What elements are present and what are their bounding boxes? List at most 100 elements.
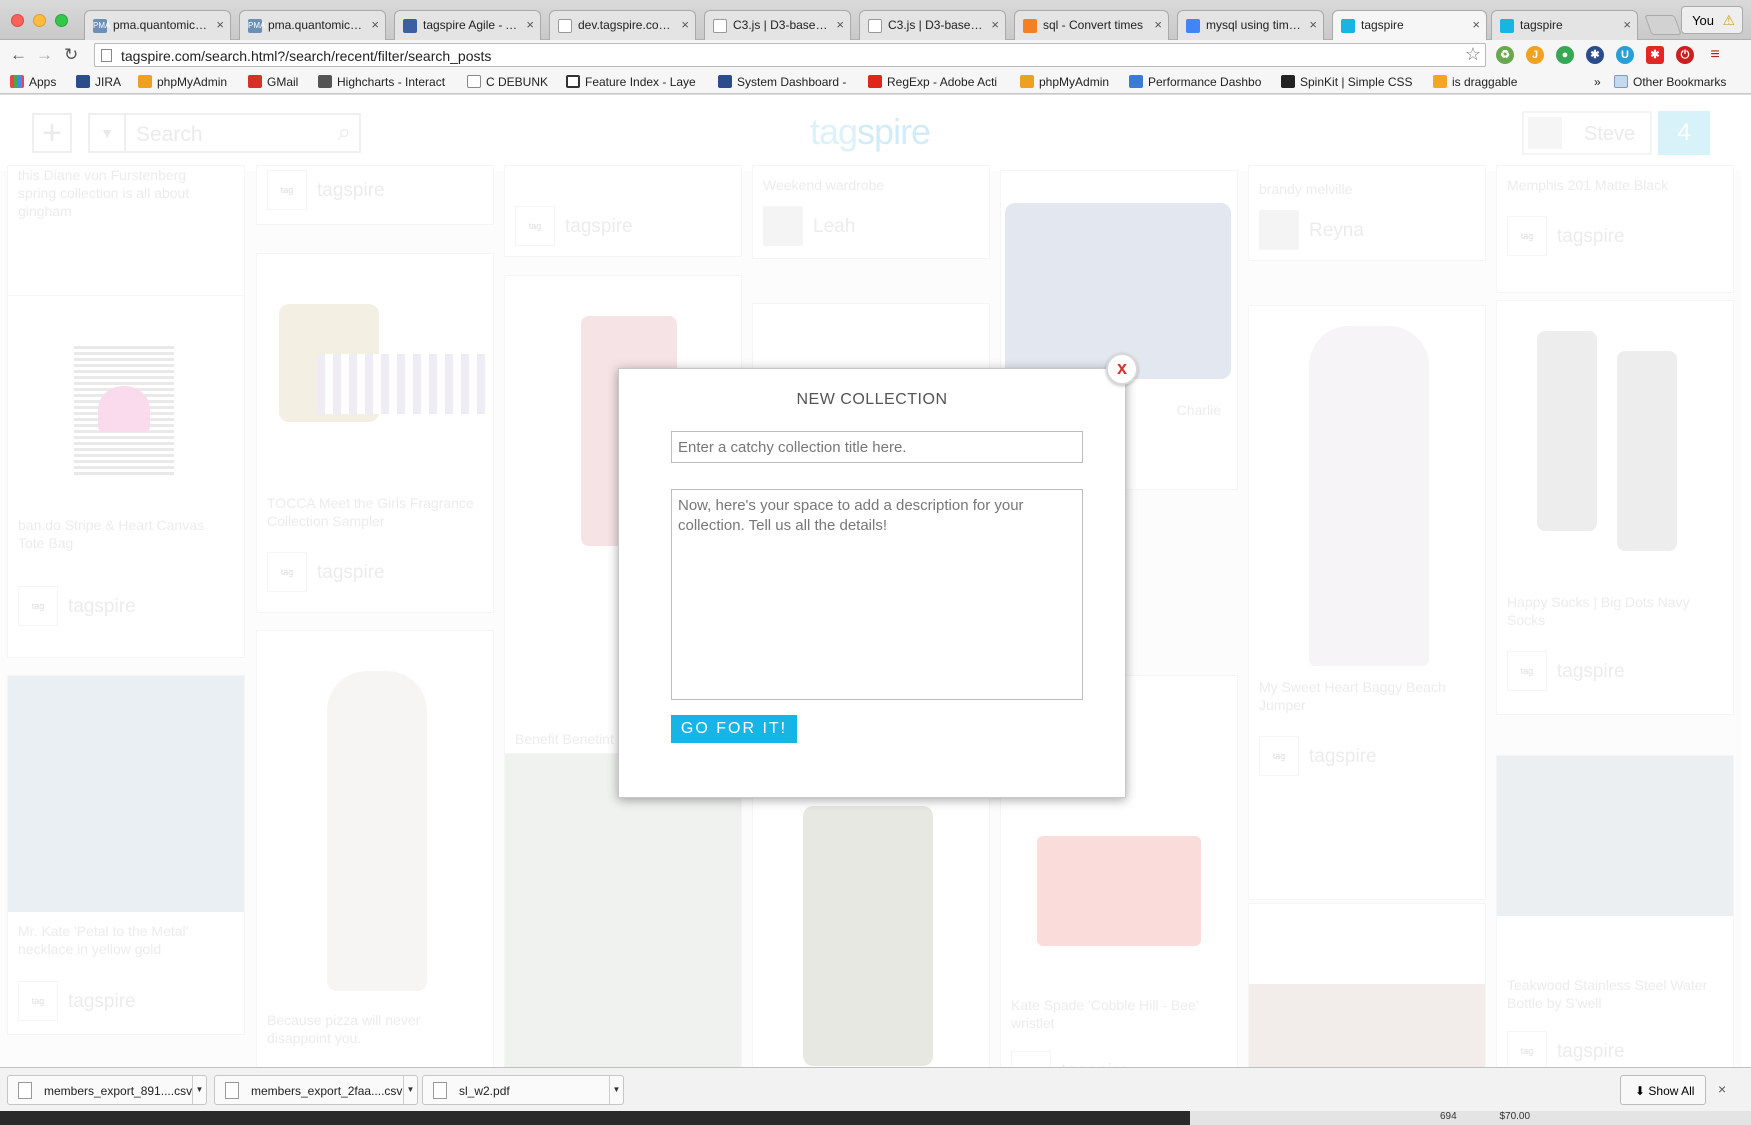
- tab-label: pma.quantomic.com: [113, 18, 210, 32]
- collection-title-input[interactable]: [671, 431, 1083, 463]
- bookmark-regexp[interactable]: RegExp - Adobe Acti: [868, 75, 997, 89]
- spinkit-icon: [1281, 75, 1295, 88]
- jira-extension-icon[interactable]: ✱: [1586, 46, 1604, 64]
- window-close-button[interactable]: [11, 14, 24, 27]
- favicon-icon: [1341, 19, 1355, 33]
- back-arrow-icon[interactable]: ←: [10, 45, 27, 65]
- browser-tab-active[interactable]: tagspire ×: [1332, 10, 1487, 41]
- show-all-downloads-button[interactable]: ⬇ Show All: [1620, 1075, 1706, 1105]
- jetbrains-extension-icon[interactable]: J: [1526, 46, 1544, 64]
- tab-close-icon[interactable]: ×: [1309, 17, 1317, 32]
- browser-tab[interactable]: C3.js | D3-based re ×: [859, 10, 1006, 40]
- bookmark-spinkit[interactable]: SpinKit | Simple CSS: [1281, 75, 1413, 89]
- bookmark-star-icon[interactable]: ☆: [1465, 44, 1481, 65]
- bookmark-label: phpMyAdmin: [1039, 75, 1110, 89]
- gmail-icon: [248, 75, 262, 88]
- bookmark-label: Feature Index - Laye: [585, 75, 696, 89]
- address-bar[interactable]: tagspire.com/search.html?/search/recent/…: [94, 43, 1486, 67]
- evernote-extension-icon[interactable]: ●: [1556, 46, 1574, 64]
- power-extension-icon[interactable]: ⏻: [1676, 46, 1694, 64]
- browser-tab[interactable]: tagspire ×: [1491, 10, 1638, 40]
- bookmark-apps[interactable]: Apps: [10, 75, 56, 89]
- favicon-icon: [713, 19, 727, 33]
- chart-icon: [1129, 75, 1143, 88]
- favicon-icon: PMA: [248, 19, 265, 33]
- bookmark-label: GMail: [267, 75, 299, 89]
- jira-icon: [76, 75, 90, 88]
- folder-icon: [1614, 75, 1628, 88]
- go-for-it-button[interactable]: GO FOR IT!: [671, 715, 797, 743]
- tab-label: pma.quantomic.com: [268, 18, 365, 32]
- address-url[interactable]: tagspire.com/search.html?/search/recent/…: [121, 48, 491, 64]
- phpmyadmin-icon: [138, 75, 152, 88]
- tab-label: mysql using time st: [1206, 18, 1303, 32]
- bookmark-feature-index[interactable]: Feature Index - Laye: [566, 75, 696, 89]
- tab-close-icon[interactable]: ×: [1472, 17, 1480, 32]
- download-item[interactable]: sl_w2.pdf ▼: [422, 1075, 624, 1105]
- bookmark-performance[interactable]: Performance Dashbo: [1129, 75, 1261, 89]
- bookmark-jira[interactable]: JIRA: [76, 75, 121, 89]
- bookmark-label: SpinKit | Simple CSS: [1300, 75, 1413, 89]
- u-extension-icon[interactable]: U: [1616, 46, 1634, 64]
- bookmark-draggable[interactable]: is draggable: [1433, 75, 1517, 89]
- browser-tab[interactable]: tagspire Agile - Agile ×: [394, 10, 541, 40]
- favicon-icon: [558, 19, 572, 33]
- background-window-content: 694 $70.00: [1190, 1111, 1751, 1125]
- tab-close-icon[interactable]: ×: [526, 17, 534, 32]
- bookmarks-bar: Apps JIRA phpMyAdmin GMail Highcharts - …: [0, 70, 1751, 94]
- bookmark-label: RegExp - Adobe Acti: [887, 75, 998, 89]
- browser-tab[interactable]: C3.js | D3-based re ×: [704, 10, 851, 40]
- chevron-down-icon[interactable]: ▼: [609, 1076, 623, 1104]
- adobe-icon: [868, 75, 882, 88]
- window-minimize-button[interactable]: [33, 14, 46, 27]
- download-filename: members_export_891....csv: [44, 1084, 193, 1098]
- menu-icon[interactable]: ≡: [1706, 46, 1724, 64]
- bookmark-phpmyadmin[interactable]: phpMyAdmin: [138, 75, 227, 89]
- background-window: 694 $70.00: [0, 1111, 1751, 1125]
- window-maximize-button[interactable]: [55, 14, 68, 27]
- tab-close-icon[interactable]: ×: [216, 17, 224, 32]
- download-filename: sl_w2.pdf: [459, 1084, 510, 1098]
- bookmark-highcharts[interactable]: Highcharts - Interact: [318, 75, 445, 89]
- tab-label: C3.js | D3-based re: [733, 18, 830, 32]
- download-arrow-icon: ⬇: [1635, 1084, 1649, 1098]
- download-item[interactable]: members_export_891....csv ▼: [7, 1075, 207, 1105]
- tab-close-icon[interactable]: ×: [1154, 17, 1162, 32]
- tab-close-icon[interactable]: ×: [991, 17, 999, 32]
- chevron-down-icon[interactable]: ▼: [192, 1076, 206, 1104]
- tab-label: dev.tagspire.com/a: [578, 18, 675, 32]
- download-item[interactable]: members_export_2faa....csv ▼: [214, 1075, 418, 1105]
- new-collection-modal: NEW COLLECTION GO FOR IT!: [618, 368, 1126, 798]
- other-bookmarks[interactable]: Other Bookmarks: [1614, 75, 1726, 89]
- pdf-file-icon: [433, 1082, 447, 1099]
- lastpass-extension-icon[interactable]: ✱: [1646, 46, 1664, 64]
- jira-icon: [718, 75, 732, 88]
- browser-tab[interactable]: mysql using time st ×: [1177, 10, 1324, 40]
- new-tab-button[interactable]: [1644, 15, 1682, 35]
- bookmark-label: Highcharts - Interact: [337, 75, 446, 89]
- tab-close-icon[interactable]: ×: [1623, 17, 1631, 32]
- tab-close-icon[interactable]: ×: [836, 17, 844, 32]
- profile-button[interactable]: You ⚠: [1681, 6, 1743, 34]
- collection-description-input[interactable]: [671, 489, 1083, 700]
- browser-tab[interactable]: PMA pma.quantomic.com ×: [239, 10, 386, 40]
- close-icon[interactable]: x: [1106, 353, 1138, 385]
- bookmarks-overflow[interactable]: »: [1594, 75, 1601, 89]
- bookmark-phpmyadmin-2[interactable]: phpMyAdmin: [1020, 75, 1109, 89]
- forward-arrow-icon[interactable]: →: [36, 45, 53, 65]
- browser-tab[interactable]: dev.tagspire.com/a ×: [549, 10, 696, 40]
- background-value: 694: [1440, 1111, 1457, 1122]
- tab-close-icon[interactable]: ×: [371, 17, 379, 32]
- chevron-down-icon[interactable]: ▼: [403, 1076, 417, 1104]
- bookmark-system-dashboard[interactable]: System Dashboard -: [718, 75, 846, 89]
- browser-tab[interactable]: sql - Convert times ×: [1014, 10, 1169, 40]
- profile-label: You: [1692, 13, 1714, 28]
- tab-close-icon[interactable]: ×: [681, 17, 689, 32]
- bookmark-gmail[interactable]: GMail: [248, 75, 298, 89]
- bookmark-folder[interactable]: C DEBUNK: [467, 75, 548, 89]
- reload-icon[interactable]: ↻: [64, 45, 78, 65]
- highcharts-icon: [318, 75, 332, 88]
- recycle-extension-icon[interactable]: ♻: [1496, 46, 1514, 64]
- close-icon[interactable]: ×: [1718, 1081, 1726, 1097]
- browser-tab[interactable]: PMA pma.quantomic.com ×: [84, 10, 231, 40]
